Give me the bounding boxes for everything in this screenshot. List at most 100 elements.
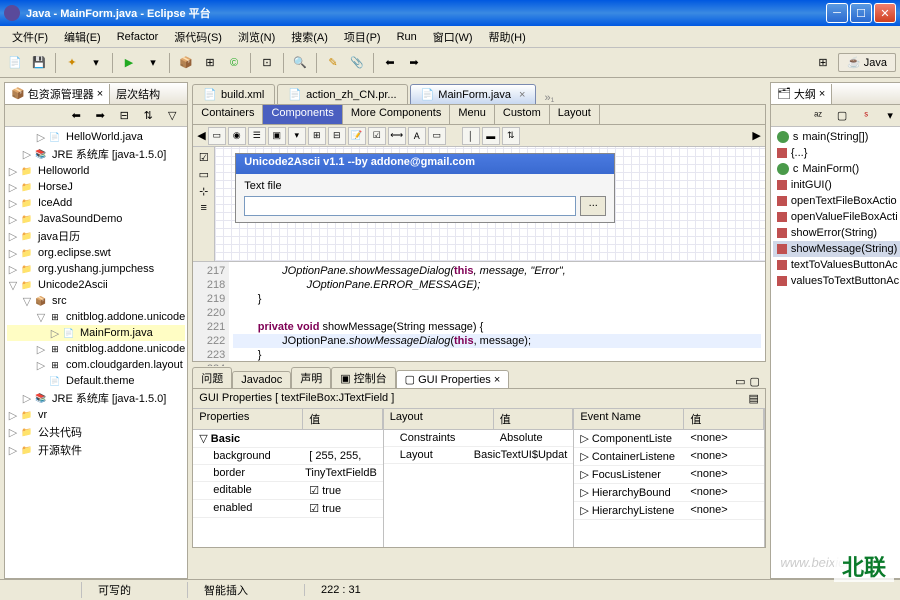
form-preview[interactable]: Unicode2Ascii v1.1 --by addone@gmail.com…: [235, 153, 615, 223]
select-tool-icon[interactable]: ☑: [199, 151, 209, 164]
text-tool[interactable]: 📝: [348, 127, 366, 145]
properties-table[interactable]: Properties值 ▽ Basic background[ 255, 255…: [193, 409, 384, 547]
list-tool[interactable]: ☰: [248, 127, 266, 145]
annotation-button[interactable]: ✎: [322, 52, 344, 74]
tree-item[interactable]: 公共代码: [38, 424, 82, 440]
progress-tool[interactable]: ▬: [482, 127, 500, 145]
tree-item[interactable]: 开源软件: [38, 442, 82, 458]
tree-item[interactable]: cnitblog.addone.unicode: [66, 343, 185, 355]
dtab-containers[interactable]: Containers: [193, 105, 263, 124]
more-tabs-icon[interactable]: »₁: [538, 92, 560, 104]
menu-run[interactable]: Run: [389, 29, 425, 45]
forward-button[interactable]: ➡: [403, 52, 425, 74]
tree-item[interactable]: java日历: [38, 228, 80, 244]
code-content[interactable]: JOptionPane.showMessageDialog(this, mess…: [229, 262, 765, 361]
close-icon[interactable]: ×: [97, 88, 103, 100]
new-package-button[interactable]: ⊞: [199, 52, 221, 74]
tab-gui-properties[interactable]: ▢GUI Properties×: [396, 370, 510, 388]
tree-item[interactable]: HelloWorld.java: [66, 131, 143, 143]
close-icon[interactable]: ×: [494, 374, 500, 386]
tab-hierarchy[interactable]: 层次结构: [110, 84, 166, 104]
text-file-input[interactable]: [244, 196, 576, 216]
run-last-button[interactable]: ▾: [142, 52, 164, 74]
maximize-button[interactable]: ☐: [850, 3, 872, 23]
toggle-tool[interactable]: ▣: [268, 127, 286, 145]
forward-nav-icon[interactable]: ➡: [89, 105, 111, 127]
tab-package-explorer[interactable]: 📦 包资源管理器 ×: [5, 84, 110, 104]
minimize-view-icon[interactable]: ▭: [735, 375, 745, 388]
scroll-right-icon[interactable]: ▶: [752, 129, 760, 142]
tab-javadoc[interactable]: Javadoc: [232, 371, 291, 388]
collapse-all-icon[interactable]: ⊟: [113, 105, 135, 127]
sort-icon[interactable]: ᵃᶻ: [807, 105, 829, 127]
tree-item[interactable]: com.cloudgarden.layout: [66, 359, 183, 371]
hide-nonpublic-icon[interactable]: ▾: [879, 105, 900, 127]
dtab-menu[interactable]: Menu: [450, 105, 495, 124]
tree-item[interactable]: Helloworld: [38, 165, 89, 177]
open-perspective-button[interactable]: ⊞: [812, 52, 834, 74]
tab-problems[interactable]: 问题: [192, 367, 232, 388]
tree-item[interactable]: org.eclipse.swt: [38, 247, 111, 259]
run-button[interactable]: ▶: [118, 52, 140, 74]
hide-fields-icon[interactable]: ▢: [831, 105, 853, 127]
menu-edit[interactable]: 编辑(E): [56, 27, 109, 47]
tree-item[interactable]: JavaSoundDemo: [38, 213, 122, 225]
tab-declaration[interactable]: 声明: [291, 367, 331, 388]
label-tool[interactable]: A: [408, 127, 426, 145]
back-button[interactable]: ⬅: [379, 52, 401, 74]
anchor-tool-icon[interactable]: ⊹: [199, 185, 208, 198]
tree-item[interactable]: vr: [38, 409, 47, 421]
menu-window[interactable]: 窗口(W): [425, 27, 481, 47]
textfield-tool[interactable]: ▭: [428, 127, 446, 145]
maximize-view-icon[interactable]: ▢: [749, 375, 759, 388]
dtab-components[interactable]: Components: [263, 105, 342, 124]
tab-build-xml[interactable]: 📄build.xml: [192, 84, 275, 104]
design-canvas[interactable]: Unicode2Ascii v1.1 --by addone@gmail.com…: [215, 147, 765, 261]
new-project-button[interactable]: 📦: [175, 52, 197, 74]
close-button[interactable]: ✕: [874, 3, 896, 23]
close-icon[interactable]: ×: [819, 88, 825, 100]
tree-item[interactable]: HorseJ: [38, 181, 73, 193]
minimize-button[interactable]: ─: [826, 3, 848, 23]
button-tool[interactable]: ▭: [208, 127, 226, 145]
tree-item[interactable]: JRE 系统库 [java-1.5.0]: [52, 146, 166, 162]
close-tab-icon[interactable]: ×: [519, 89, 525, 101]
tab-mainform-java[interactable]: 📄MainForm.java×: [410, 84, 537, 104]
menu-project[interactable]: 项目(P): [336, 27, 389, 47]
tree-item[interactable]: org.yushang.jumpchess: [38, 263, 154, 275]
new-wizard-button[interactable]: 📄: [4, 52, 26, 74]
slider-tool[interactable]: ⟷: [388, 127, 406, 145]
menu-refactor[interactable]: Refactor: [109, 29, 167, 45]
table-tool[interactable]: ⊞: [308, 127, 326, 145]
scroll-left-icon[interactable]: ◀: [197, 129, 205, 142]
layout-table[interactable]: Layout值 ConstraintsAbsolute LayoutBasicT…: [384, 409, 575, 547]
tree-item[interactable]: IceAdd: [38, 197, 72, 209]
view-menu-icon[interactable]: ▤: [748, 392, 758, 405]
menu-source[interactable]: 源代码(S): [166, 27, 230, 47]
outline-tree[interactable]: smain(String[]) {...} cMainForm() initGU…: [771, 127, 900, 578]
hide-static-icon[interactable]: ˢ: [855, 105, 877, 127]
save-button[interactable]: 💾: [28, 52, 50, 74]
tree-item[interactable]: Unicode2Ascii: [38, 279, 108, 291]
view-menu-icon[interactable]: ▽: [161, 105, 183, 127]
tab-console[interactable]: ▣控制台: [331, 367, 395, 388]
tree-item[interactable]: cnitblog.addone.unicode: [66, 311, 185, 323]
events-table[interactable]: Event Name值 ▷ ComponentListe<none> ▷ Con…: [574, 409, 765, 547]
link-editor-icon[interactable]: ⇅: [137, 105, 159, 127]
java-perspective-button[interactable]: ☕ Java: [838, 53, 896, 72]
open-type-button[interactable]: ⊡: [256, 52, 278, 74]
menu-browse[interactable]: 浏览(N): [230, 27, 283, 47]
package-tree[interactable]: ▷📄HelloWorld.java ▷📚JRE 系统库 [java-1.5.0]…: [5, 127, 187, 578]
menu-search[interactable]: 搜索(A): [283, 27, 336, 47]
external-button[interactable]: ▾: [85, 52, 107, 74]
dtab-more[interactable]: More Components: [343, 105, 451, 124]
debug-button[interactable]: ✦: [61, 52, 83, 74]
tab-outline[interactable]: 🗂 大纲 ×: [771, 84, 832, 104]
tree-item[interactable]: JRE 系统库 [java-1.5.0]: [52, 390, 166, 406]
dtab-custom[interactable]: Custom: [495, 105, 550, 124]
dtab-layout[interactable]: Layout: [550, 105, 600, 124]
code-editor[interactable]: 217 218 219 220 221 222 223 224 JOptionP…: [193, 261, 765, 361]
marquee-tool-icon[interactable]: ▭: [199, 168, 209, 181]
menu-help[interactable]: 帮助(H): [481, 27, 534, 47]
tree-item-selected[interactable]: MainForm.java: [80, 327, 153, 339]
